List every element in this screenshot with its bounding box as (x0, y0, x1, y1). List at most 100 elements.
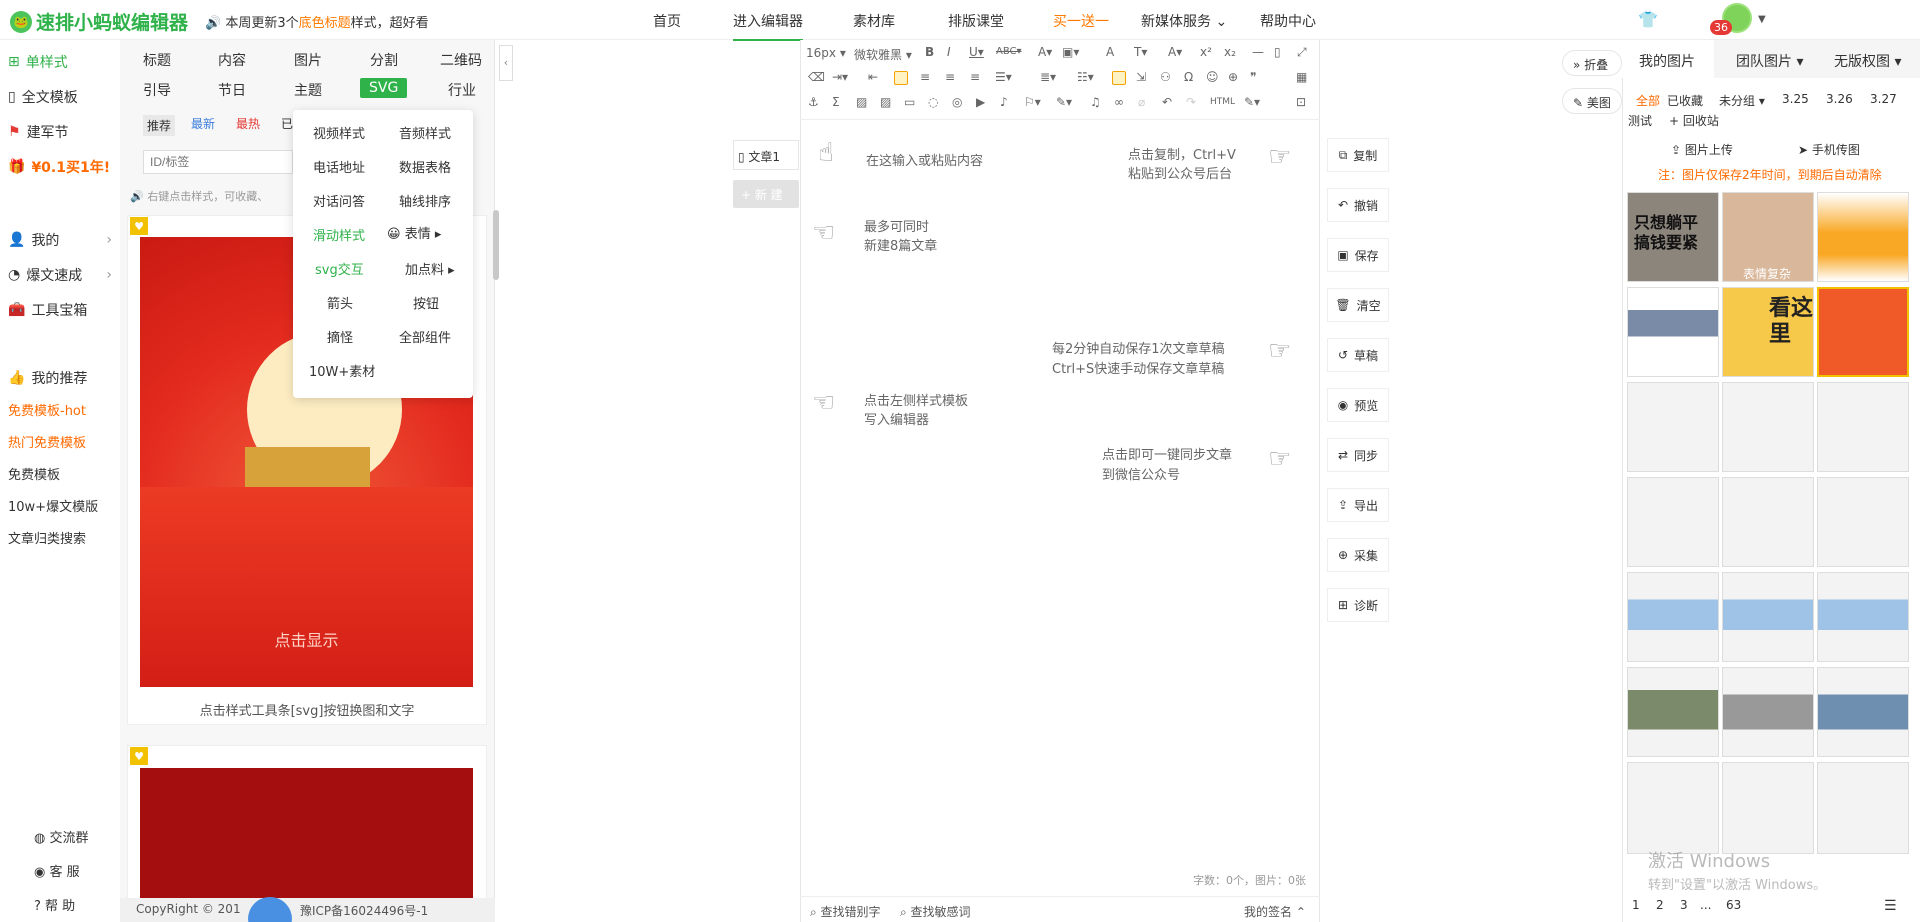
align-right-icon[interactable]: ≡ (945, 70, 955, 84)
image-icon[interactable]: ▨ (856, 95, 867, 109)
multi-image-icon[interactable]: ▨ (880, 95, 891, 109)
page-63[interactable]: 63 (1726, 898, 1741, 912)
preview-button[interactable]: ◉ 预览 (1327, 388, 1389, 422)
search-replace-icon[interactable]: ⊕ (1228, 70, 1238, 84)
save-button[interactable]: ▣ 保存 (1327, 238, 1389, 272)
rail-promo[interactable]: 🎁 ¥0.1买1年! (8, 157, 110, 177)
format-painter-icon[interactable] (1112, 71, 1126, 85)
fold-button[interactable]: » 折叠 (1562, 50, 1622, 76)
rail-10w[interactable]: 10w+爆文模版 (8, 496, 98, 515)
page-3[interactable]: 3 (1680, 898, 1688, 912)
editor-area[interactable] (800, 40, 1320, 922)
image-thumb[interactable] (1817, 667, 1909, 757)
image-thumb[interactable] (1627, 667, 1719, 757)
menu-all-components[interactable]: 全部组件 (399, 327, 451, 346)
video-icon[interactable]: ▶ (976, 95, 985, 109)
html-icon[interactable]: HTML (1210, 97, 1235, 107)
folder-3-26[interactable]: 3.26 (1826, 92, 1853, 106)
collect-button[interactable]: ⊕ 采集 (1327, 538, 1389, 572)
cat-qrcode[interactable]: 二维码 (440, 50, 482, 70)
filter-hottest[interactable]: 最热 (236, 115, 260, 132)
folder-recycle-bin[interactable]: + 回收站 (1669, 112, 1719, 129)
tab-my-images[interactable]: 我的图片 (1622, 40, 1714, 78)
cat-title[interactable]: 标题 (143, 50, 171, 70)
cat-image[interactable]: 图片 (294, 50, 322, 70)
image-thumb[interactable] (1722, 572, 1814, 662)
upload-image-button[interactable]: ⇪ 图片上传 (1671, 141, 1733, 158)
special-char-icon[interactable]: Ω (1184, 70, 1193, 84)
table-icon[interactable]: ▦ (1296, 70, 1307, 84)
image-thumb[interactable] (1817, 287, 1909, 377)
undo-button[interactable]: ↶ 撤销 (1327, 188, 1389, 222)
image-thumb[interactable] (1722, 667, 1814, 757)
my-signature-button[interactable]: 我的签名 ⌃ (1244, 903, 1306, 920)
new-article-button[interactable]: + 新 建 (733, 180, 799, 208)
text-box-icon[interactable]: A (1106, 45, 1114, 59)
tab-team-images[interactable]: 团队图片 ▾ (1736, 51, 1803, 71)
rail-archive-search[interactable]: 文章归类搜索 (8, 528, 86, 547)
cat-holiday[interactable]: 节日 (218, 80, 246, 100)
folder-3-27[interactable]: 3.27 (1870, 92, 1897, 106)
align-center-icon[interactable]: ≡ (920, 70, 930, 84)
align-justify-icon[interactable]: ≡ (970, 70, 980, 84)
audio-icon[interactable]: ♪ (1000, 95, 1008, 109)
image-thumb[interactable] (1627, 382, 1719, 472)
font-family-select[interactable]: 微软雅黑 ▾ (854, 46, 912, 63)
menu-quirky[interactable]: 摘怪 (327, 327, 353, 346)
copy-button[interactable]: ⧉ 复制 (1327, 138, 1389, 172)
image-thumb[interactable]: 表情复杂 (1722, 192, 1814, 282)
nav-course[interactable]: 排版课堂 (948, 11, 1004, 31)
text-style-icon[interactable]: T▾ (1134, 45, 1147, 59)
find-typo-link[interactable]: ⌕ 查找错别字 (810, 903, 881, 920)
clear-format-icon[interactable]: ⇲ (1136, 70, 1146, 84)
menu-video-style[interactable]: 视频样式 (313, 123, 365, 142)
rail-army-day[interactable]: ⚑ 建军节 (8, 122, 69, 142)
map-icon[interactable]: ◎ (952, 95, 962, 109)
link-break-icon[interactable]: ⚇ (1160, 70, 1171, 84)
link-icon[interactable]: ∞ (1114, 95, 1124, 109)
article-tab[interactable]: ▯ 文章1 (733, 140, 799, 170)
nav-promo[interactable]: 买一送一 (1053, 11, 1109, 31)
menu-button[interactable]: 按钮 (413, 293, 439, 312)
redo-icon[interactable]: ↷ (1186, 95, 1196, 109)
bold-icon[interactable]: B (925, 45, 934, 59)
image-thumb[interactable]: 看这里 (1722, 287, 1814, 377)
rail-hot-free[interactable]: 热门免费模板 (8, 432, 86, 451)
image-thumb[interactable] (1627, 287, 1719, 377)
draft-button[interactable]: ↺ 草稿 (1327, 338, 1389, 372)
font-size-select[interactable]: 16px ▾ (806, 46, 846, 60)
favorite-heart-icon[interactable]: ♥ (130, 217, 148, 235)
chevron-down-icon[interactable]: ▼ (1758, 14, 1766, 25)
rail-help[interactable]: ? 帮 助 (34, 895, 75, 914)
id-search-input[interactable] (143, 150, 293, 174)
page-1[interactable]: 1 (1632, 898, 1640, 912)
image-thumb[interactable] (1817, 192, 1909, 282)
export-button[interactable]: ⇪ 导出 (1327, 488, 1389, 522)
horizontal-rule-icon[interactable]: — (1252, 45, 1264, 59)
align-left-icon[interactable] (894, 71, 908, 85)
logo[interactable]: 🐸 速排小蚂蚁编辑器 (10, 8, 188, 35)
fullscreen-icon[interactable]: ⤢ (1297, 45, 1307, 60)
menu-timeline[interactable]: 轴线排序 (399, 191, 451, 210)
cat-guide[interactable]: 引导 (143, 80, 171, 100)
diagnose-button[interactable]: ⊞ 诊断 (1327, 588, 1389, 622)
menu-dialog-qa[interactable]: 对话问答 (313, 191, 365, 210)
image-thumb[interactable] (1627, 477, 1719, 567)
filter-used[interactable]: 已 (281, 115, 293, 132)
cat-divider[interactable]: 分割 (370, 50, 398, 70)
menu-audio-style[interactable]: 音频样式 (399, 123, 451, 142)
filter-newest[interactable]: 最新 (191, 115, 215, 132)
rail-free[interactable]: 免费模板 (8, 464, 60, 483)
image-thumb[interactable] (1722, 477, 1814, 567)
menu-emoji[interactable]: 😀 表情 ▸ (387, 223, 441, 242)
menu-arrow[interactable]: 箭头 (327, 293, 353, 312)
list-view-icon[interactable]: ☰ (1884, 898, 1897, 914)
menu-extras[interactable]: 加点料 ▸ (405, 259, 455, 278)
edit-icon[interactable]: ✎▾ (1244, 95, 1260, 109)
rail-recommend[interactable]: 👍 我的推荐 (8, 368, 87, 388)
image-thumb[interactable]: 只想躺平 搞钱要紧 (1627, 192, 1719, 282)
cat-theme[interactable]: 主题 (294, 80, 322, 100)
page-2[interactable]: 2 (1656, 898, 1664, 912)
nav-home[interactable]: 首页 (653, 11, 681, 31)
magic-wand-icon[interactable]: ✎▾ (1056, 95, 1072, 109)
